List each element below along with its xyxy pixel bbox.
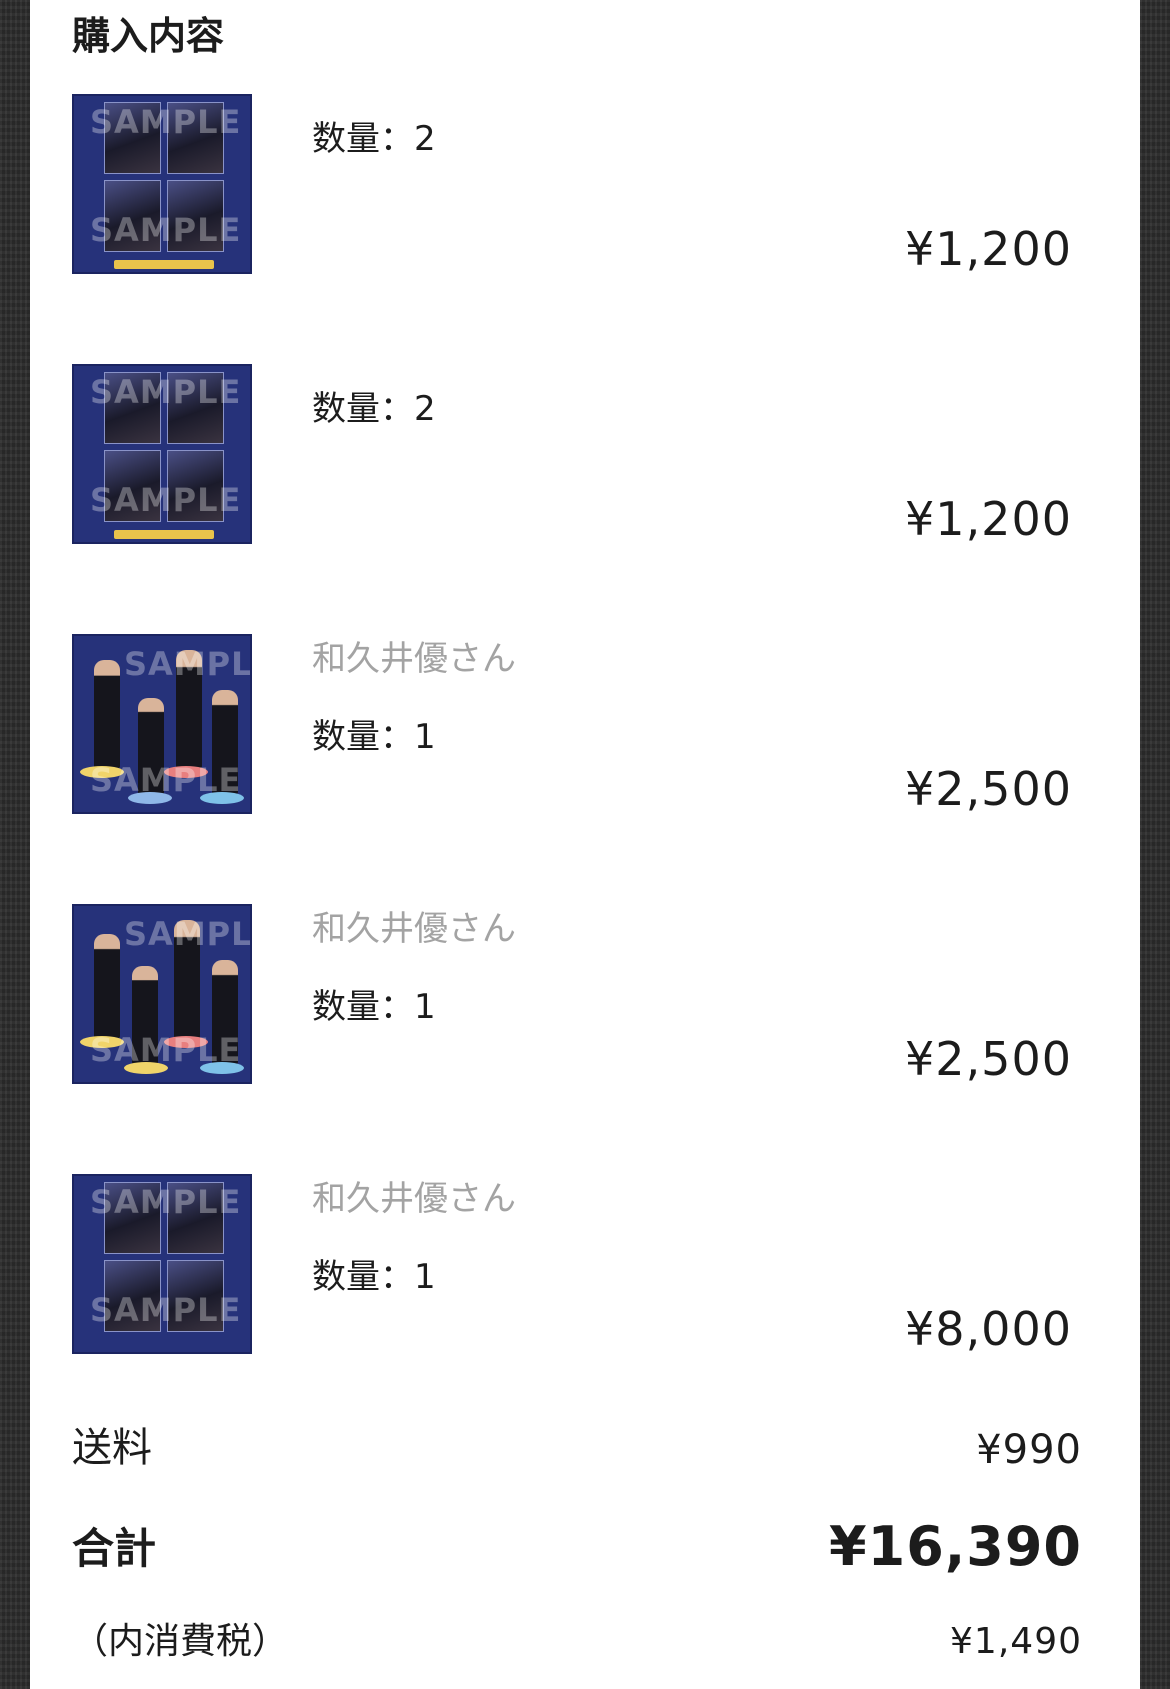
tax-row: （内消費税） ¥1,490	[72, 1616, 1082, 1668]
item-name: 和久井優さん	[312, 1179, 516, 1219]
watermark: SAMPLE	[90, 1291, 242, 1329]
product-thumbnail[interactable]: SAMPLE SAMPLE	[72, 364, 252, 544]
total-row: 合計 ¥16,390	[72, 1516, 1082, 1580]
product-thumbnail[interactable]: SAMPLE SAMPLE	[72, 904, 252, 1084]
watermark: SAMPLE	[90, 481, 242, 519]
watermark: SAMPLE	[90, 761, 242, 799]
shipping-row: 送料 ¥990	[72, 1420, 1082, 1476]
shipping-label: 送料	[72, 1425, 152, 1471]
item-name: 和久井優さん	[312, 909, 516, 949]
item-name: 和久井優さん	[312, 639, 516, 679]
order-item: SAMPLE SAMPLE 和久井優さん 数量：1 ¥8,000	[72, 1174, 1092, 1356]
order-item: SAMPLE SAMPLE 和久井優さん 数量：1 ¥2,500	[72, 634, 1092, 816]
item-price: ¥1,200	[905, 222, 1072, 276]
item-price: ¥1,200	[905, 492, 1072, 546]
total-label: 合計	[72, 1524, 157, 1573]
item-price: ¥8,000	[905, 1302, 1072, 1356]
item-quantity: 数量：1	[312, 717, 436, 757]
watermark: SAMPLE	[90, 1183, 242, 1221]
shipping-value: ¥990	[976, 1427, 1082, 1473]
item-quantity: 数量：1	[312, 987, 436, 1027]
tax-value: ¥1,490	[950, 1621, 1082, 1662]
watermark: SAMPLE	[90, 373, 242, 411]
item-price: ¥2,500	[905, 1032, 1072, 1086]
order-item: SAMPLE SAMPLE 数量：2 ¥1,200	[72, 364, 1092, 546]
order-item: SAMPLE SAMPLE 和久井優さん 数量：1 ¥2,500	[72, 904, 1092, 1086]
total-value: ¥16,390	[829, 1515, 1082, 1578]
product-thumbnail[interactable]: SAMPLE SAMPLE	[72, 94, 252, 274]
item-price: ¥2,500	[905, 762, 1072, 816]
watermark: SAMPLE	[90, 1031, 242, 1069]
watermark: SAMPLE	[124, 915, 252, 953]
watermark: SAMPLE	[124, 645, 252, 683]
watermark: SAMPLE	[90, 211, 242, 249]
watermark: SAMPLE	[90, 103, 242, 141]
purchase-summary-panel: 購入内容 SAMPLE SAMPLE 数量：2 ¥1,200 SAMPLE SA…	[30, 0, 1140, 1689]
product-thumbnail[interactable]: SAMPLE SAMPLE	[72, 1174, 252, 1354]
product-thumbnail[interactable]: SAMPLE SAMPLE	[72, 634, 252, 814]
tax-label: （内消費税）	[72, 1621, 289, 1662]
item-quantity: 数量：2	[312, 119, 436, 159]
section-title: 購入内容	[72, 14, 225, 58]
item-quantity: 数量：1	[312, 1257, 436, 1297]
item-quantity: 数量：2	[312, 389, 436, 429]
order-item: SAMPLE SAMPLE 数量：2 ¥1,200	[72, 94, 1092, 276]
